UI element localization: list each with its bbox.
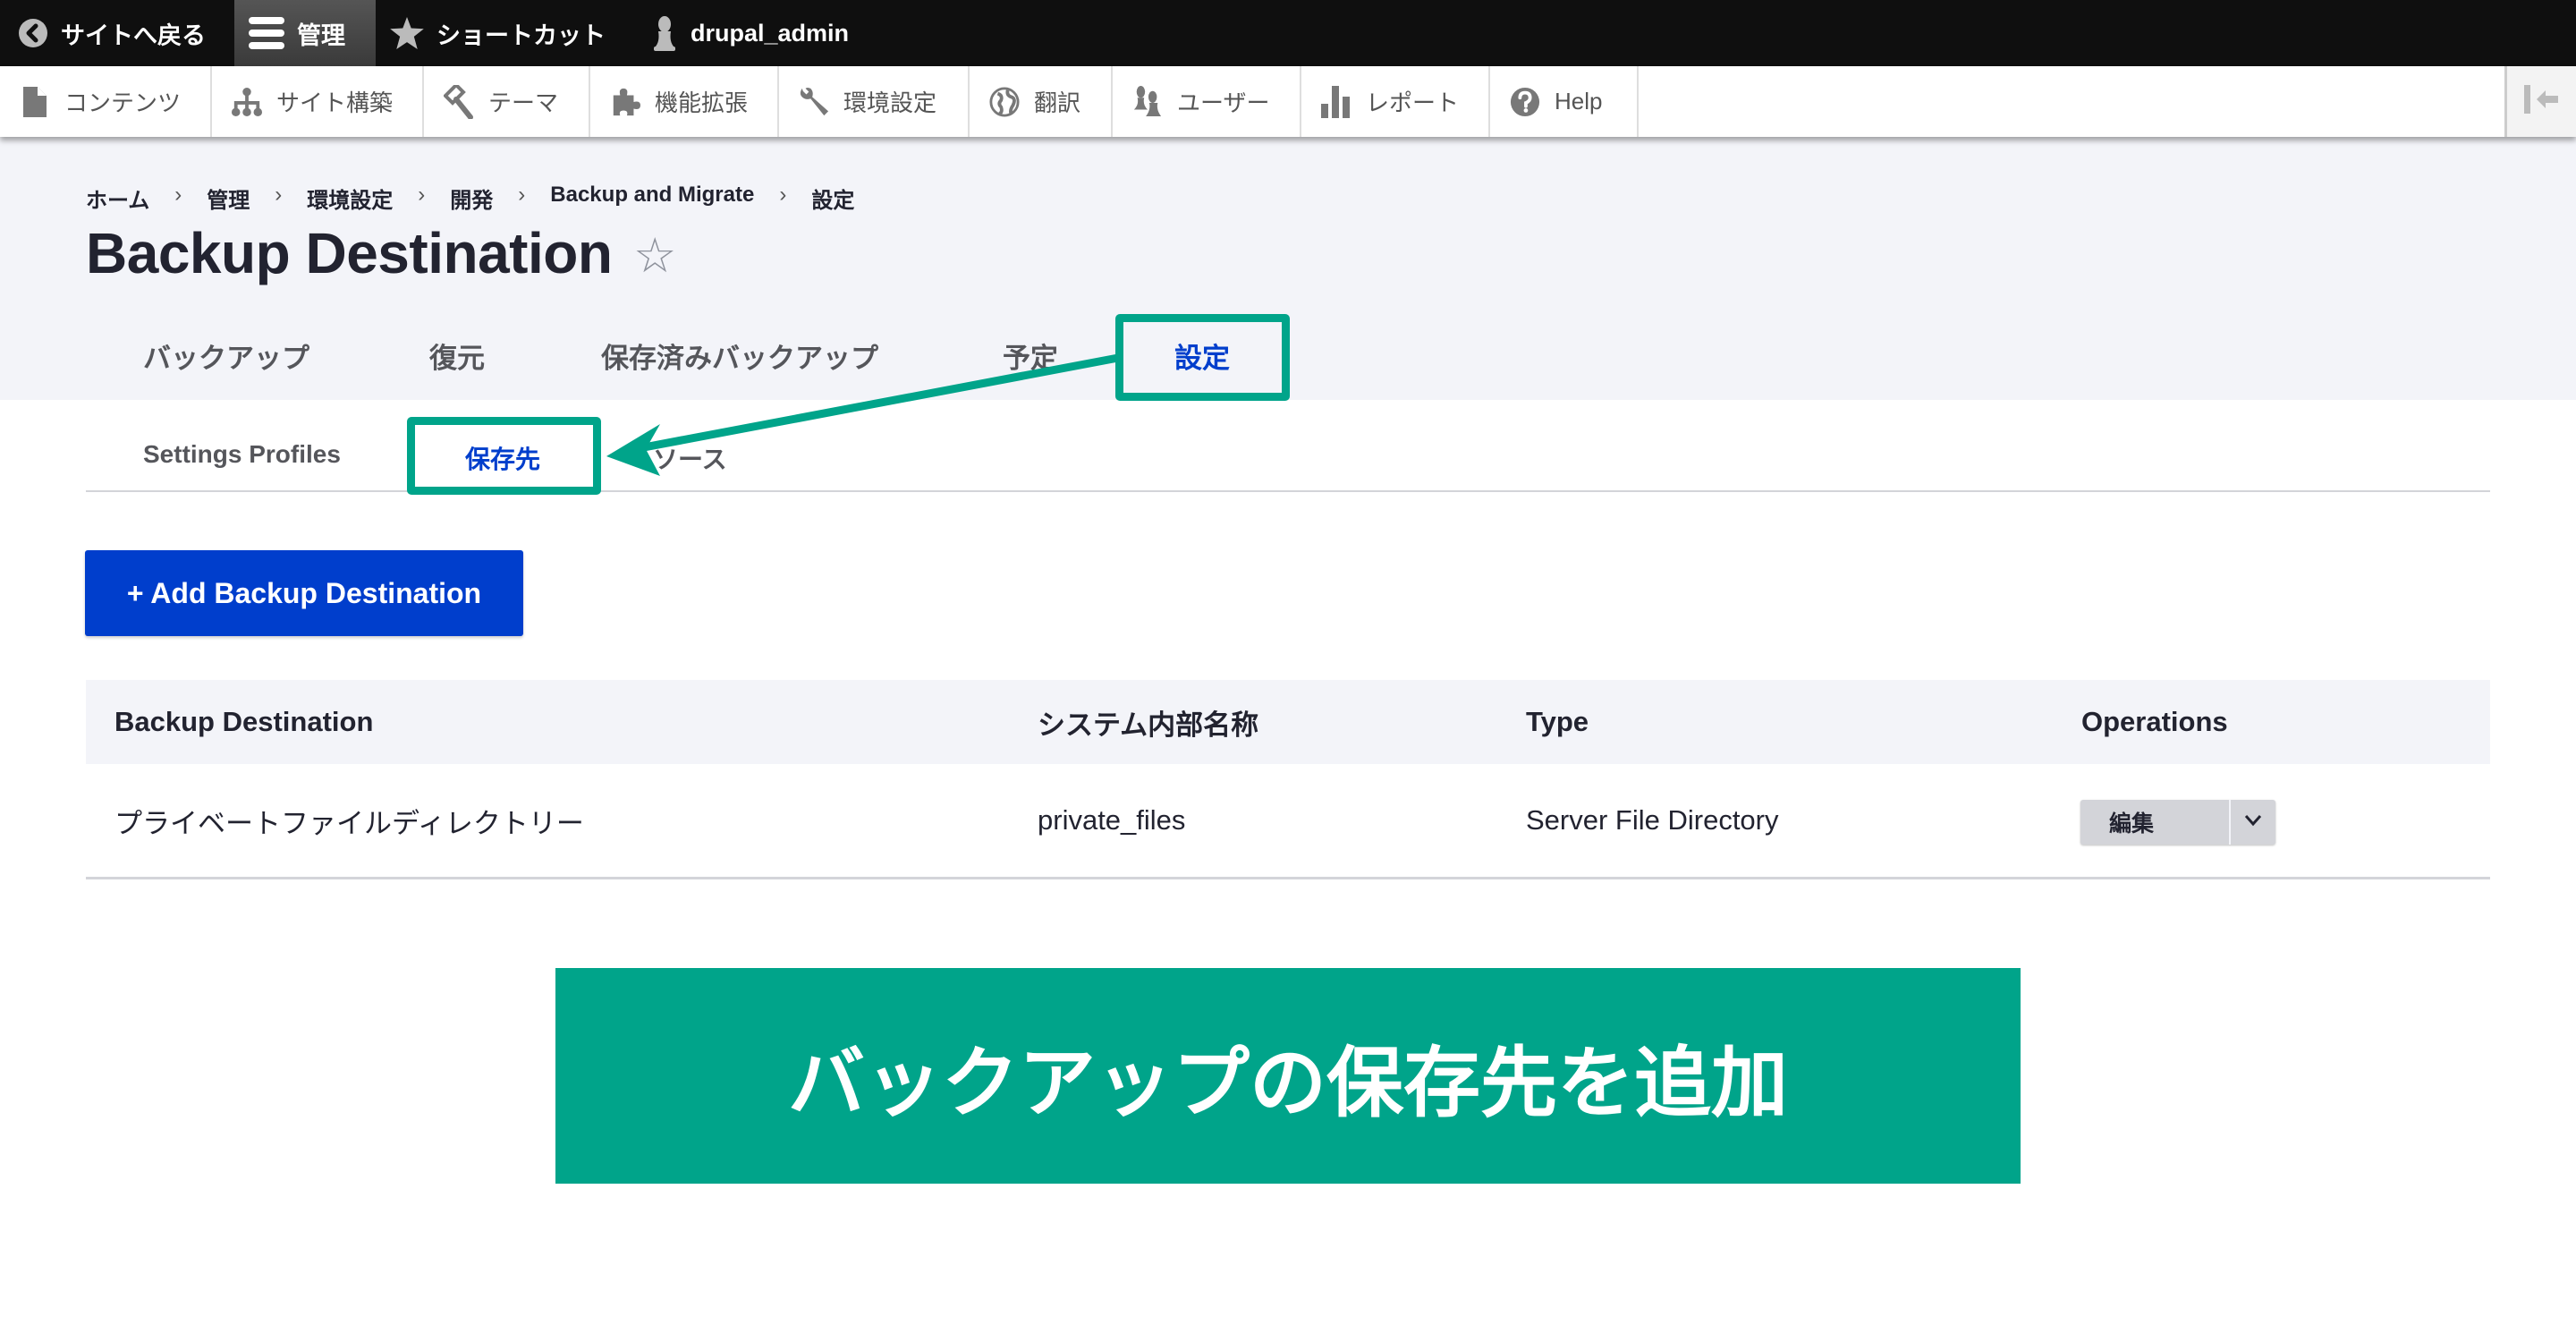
chevron-down-icon <box>2244 814 2262 831</box>
bar-chart-icon <box>1321 85 1352 119</box>
user-tab[interactable]: drupal_admin <box>651 0 849 66</box>
breadcrumb-separator: › <box>174 183 182 207</box>
breadcrumb-backup-migrate[interactable]: Backup and Migrate <box>550 183 754 214</box>
shortcuts-label: ショートカット <box>436 21 606 49</box>
menu-item-translate[interactable]: 翻訳 <box>970 66 1113 137</box>
favorite-star-icon[interactable]: ☆ <box>633 227 676 284</box>
collapse-arrow-icon <box>2523 85 2560 118</box>
admin-toolbar: サイトへ戻る 管理 ショートカット drupal_admin <box>0 0 2576 66</box>
wrench-icon <box>799 85 829 119</box>
highlight-box-settings-tab <box>1115 314 1290 401</box>
page-title: Backup Destination <box>86 221 613 285</box>
menu-item-label: 翻訳 <box>1034 89 1081 116</box>
arrow-head <box>606 424 660 476</box>
menu-item-people[interactable]: ユーザー <box>1113 66 1301 137</box>
chevron-left-circle-icon <box>18 18 48 48</box>
tab-restore[interactable]: 復元 <box>429 336 485 376</box>
menu-item-label: テーマ <box>488 89 559 116</box>
menu-item-label: レポート <box>1366 89 1460 116</box>
back-to-site-link[interactable]: サイトへ戻る <box>18 0 206 66</box>
subtab-sources[interactable]: ソース <box>653 440 727 476</box>
user-label: drupal_admin <box>691 19 850 47</box>
column-header-type: Type <box>1526 706 1589 737</box>
shortcuts-tab[interactable]: ショートカット <box>390 0 606 66</box>
paintbrush-icon <box>444 84 474 119</box>
highlight-box-destinations-tab <box>407 417 601 495</box>
menu-item-config[interactable]: 環境設定 <box>779 66 970 137</box>
breadcrumb-settings[interactable]: 設定 <box>811 183 854 214</box>
annotation-banner-text: バックアップの保存先を追加 <box>788 1040 1788 1126</box>
menu-item-label: 環境設定 <box>843 89 937 116</box>
operations-dropbutton: 編集 <box>2080 800 2275 845</box>
menu-item-label: ユーザー <box>1177 89 1270 116</box>
edit-button[interactable]: 編集 <box>2080 800 2231 845</box>
breadcrumb-admin[interactable]: 管理 <box>207 183 250 214</box>
star-icon <box>390 17 424 49</box>
menu-item-label: コンテンツ <box>64 89 182 116</box>
sitemap-icon <box>232 85 262 119</box>
breadcrumb-config[interactable]: 環境設定 <box>307 183 393 214</box>
globe-icon <box>989 85 1020 119</box>
add-backup-destination-button[interactable]: + Add Backup Destination <box>85 550 523 636</box>
puzzle-icon <box>610 85 640 119</box>
user-icon <box>651 15 678 51</box>
column-header-operations: Operations <box>2081 706 2228 737</box>
menu-item-label: Help <box>1555 88 1603 115</box>
menu-item-help[interactable]: Help <box>1490 66 1639 137</box>
breadcrumb-home[interactable]: ホーム <box>86 183 149 214</box>
manage-tab[interactable]: 管理 <box>234 0 376 66</box>
breadcrumb-separator: › <box>418 183 426 207</box>
annotation-banner: バックアップの保存先を追加 <box>555 968 2021 1184</box>
users-icon <box>1132 85 1163 119</box>
menu-item-label: 機能拡張 <box>655 89 749 116</box>
help-icon <box>1510 85 1540 119</box>
menu-item-extend[interactable]: 機能拡張 <box>590 66 779 137</box>
menu-item-label: サイト構築 <box>276 89 394 116</box>
toolbar-orientation-toggle[interactable] <box>2504 66 2576 137</box>
breadcrumb-separator: › <box>518 183 526 207</box>
menu-item-appearance[interactable]: テーマ <box>424 66 590 137</box>
destination-type: Server File Directory <box>1526 804 1779 836</box>
menu-item-content[interactable]: コンテンツ <box>0 66 212 137</box>
breadcrumb-separator: › <box>779 183 787 207</box>
tab-schedules[interactable]: 予定 <box>1003 336 1058 376</box>
back-to-site-label: サイトへ戻る <box>61 21 206 49</box>
operations-toggle-button[interactable] <box>2231 800 2275 845</box>
menu-item-structure[interactable]: サイト構築 <box>212 66 424 137</box>
column-header-destination: Backup Destination <box>114 706 374 737</box>
breadcrumb-development[interactable]: 開発 <box>450 183 493 214</box>
column-header-machine-name: システム内部名称 <box>1038 709 1259 741</box>
table-row: プライベートファイルディレクトリー private_files Server F… <box>86 764 2490 879</box>
breadcrumb: ホーム › 管理 › 環境設定 › 開発 › Backup and Migrat… <box>86 183 879 214</box>
machine-name: private_files <box>1038 804 1186 836</box>
menu-item-reports[interactable]: レポート <box>1301 66 1490 137</box>
hamburger-icon <box>249 16 284 50</box>
file-icon <box>20 85 50 119</box>
table-header: Backup Destination システム内部名称 Type Operati… <box>86 680 2490 764</box>
destination-name: プライベートファイルディレクトリー <box>114 807 584 839</box>
admin-menu-bar: コンテンツ サイト構築 テーマ 機能拡張 環境設定 翻訳 ユーザー レポート H… <box>0 66 2576 137</box>
tab-backup[interactable]: バックアップ <box>143 336 309 376</box>
subtab-settings-profiles[interactable]: Settings Profiles <box>143 440 341 469</box>
manage-label: 管理 <box>297 21 345 49</box>
breadcrumb-separator: › <box>275 183 283 207</box>
tab-saved-backups[interactable]: 保存済みバックアップ <box>601 336 878 376</box>
